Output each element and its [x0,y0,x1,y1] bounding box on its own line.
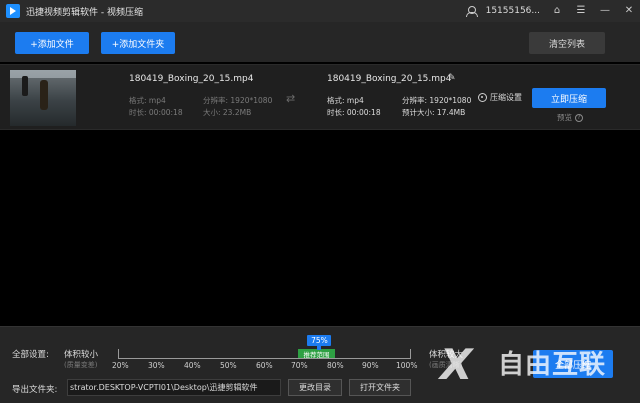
clear-list-button[interactable]: 清空列表 [529,32,605,54]
thumbnail-punching-bag [22,76,28,96]
tick-label-60: 60% [256,361,273,370]
help-icon[interactable]: ? [575,113,583,122]
tick-label-40: 40% [184,361,201,370]
tick-label-80: 80% [327,361,344,370]
change-directory-button[interactable]: 更改目录 [288,379,342,396]
preview-link[interactable]: 预览 ? [557,112,583,123]
smaller-size-label: 体积较小 [64,350,99,360]
source-duration: 时长: 00:00:18 [129,108,183,117]
export-path-field[interactable]: strator.DESKTOP-VCPTI01\Desktop\迅捷剪辑软件 [67,379,281,396]
app-logo-icon [6,4,20,18]
edit-name-icon[interactable]: ✎ [448,73,456,83]
source-size: 大小: 23.2MB [203,108,252,117]
tick-label-70: 70% [291,361,308,370]
all-settings-label: 全部设置: [12,350,49,360]
user-account[interactable]: 15155156... [486,6,540,16]
compression-slider-track[interactable] [118,358,411,359]
watermark-logo: X [440,340,473,389]
video-thumbnail[interactable] [10,70,76,126]
add-folder-button[interactable]: +添加文件夹 [101,32,175,54]
compress-now-button[interactable]: 立即压缩 [532,88,606,108]
slider-handle[interactable] [317,346,322,350]
output-duration: 时长: 00:00:18 [327,108,381,117]
menu-icon[interactable]: ☰ [574,4,588,18]
app-title: 迅捷视频剪辑软件 - 视频压缩 [26,7,143,18]
output-resolution: 分辨率: 1920*1080 [402,96,472,105]
export-folder-label: 导出文件夹: [12,385,58,395]
source-file-name: 180419_Boxing_20_15.mp4 [129,74,254,84]
slider-tick [118,349,119,358]
toolbar: +添加文件 +添加文件夹 清空列表 [0,22,640,62]
source-resolution: 分辨率: 1920*1080 [203,96,273,105]
preview-label: 预览 [557,113,572,122]
add-file-button[interactable]: +添加文件 [15,32,89,54]
user-icon[interactable] [465,6,478,17]
title-bar-controls: 15155156... ⌂ ☰ — ✕ [465,0,636,22]
watermark: X 自由互联 [440,340,630,390]
recommended-range: 推荐范围 [298,349,335,359]
output-file-name: 180419_Boxing_20_15.mp4 [327,74,452,84]
compress-settings-button[interactable]: 压缩设置 [478,92,522,103]
tick-label-30: 30% [148,361,165,370]
gear-icon [478,93,487,102]
minimize-button[interactable]: — [598,4,612,18]
thumbnail-light [10,70,76,78]
title-bar: 迅捷视频剪辑软件 - 视频压缩 15155156... ⌂ ☰ — ✕ [0,0,640,22]
convert-arrow-icon: ⇄ [286,92,296,105]
slider-tick [410,349,411,358]
tick-label-90: 90% [362,361,379,370]
tick-label-20: 20% [112,361,129,370]
tick-label-50: 50% [220,361,237,370]
source-format: 格式: mp4 [129,96,166,105]
home-icon[interactable]: ⌂ [550,4,564,18]
thumbnail-boxer [40,80,48,110]
watermark-text: 自由互联 [498,350,607,380]
tick-label-100: 100% [396,361,418,370]
close-button[interactable]: ✕ [622,4,636,18]
output-size: 预计大小: 17.4MB [402,108,466,117]
output-format: 格式: mp4 [327,96,364,105]
slider-value-badge: 75% [307,335,332,346]
smaller-size-sublabel: (质量变差) [64,361,98,369]
open-folder-button[interactable]: 打开文件夹 [349,379,411,396]
compress-settings-label: 压缩设置 [490,93,522,102]
